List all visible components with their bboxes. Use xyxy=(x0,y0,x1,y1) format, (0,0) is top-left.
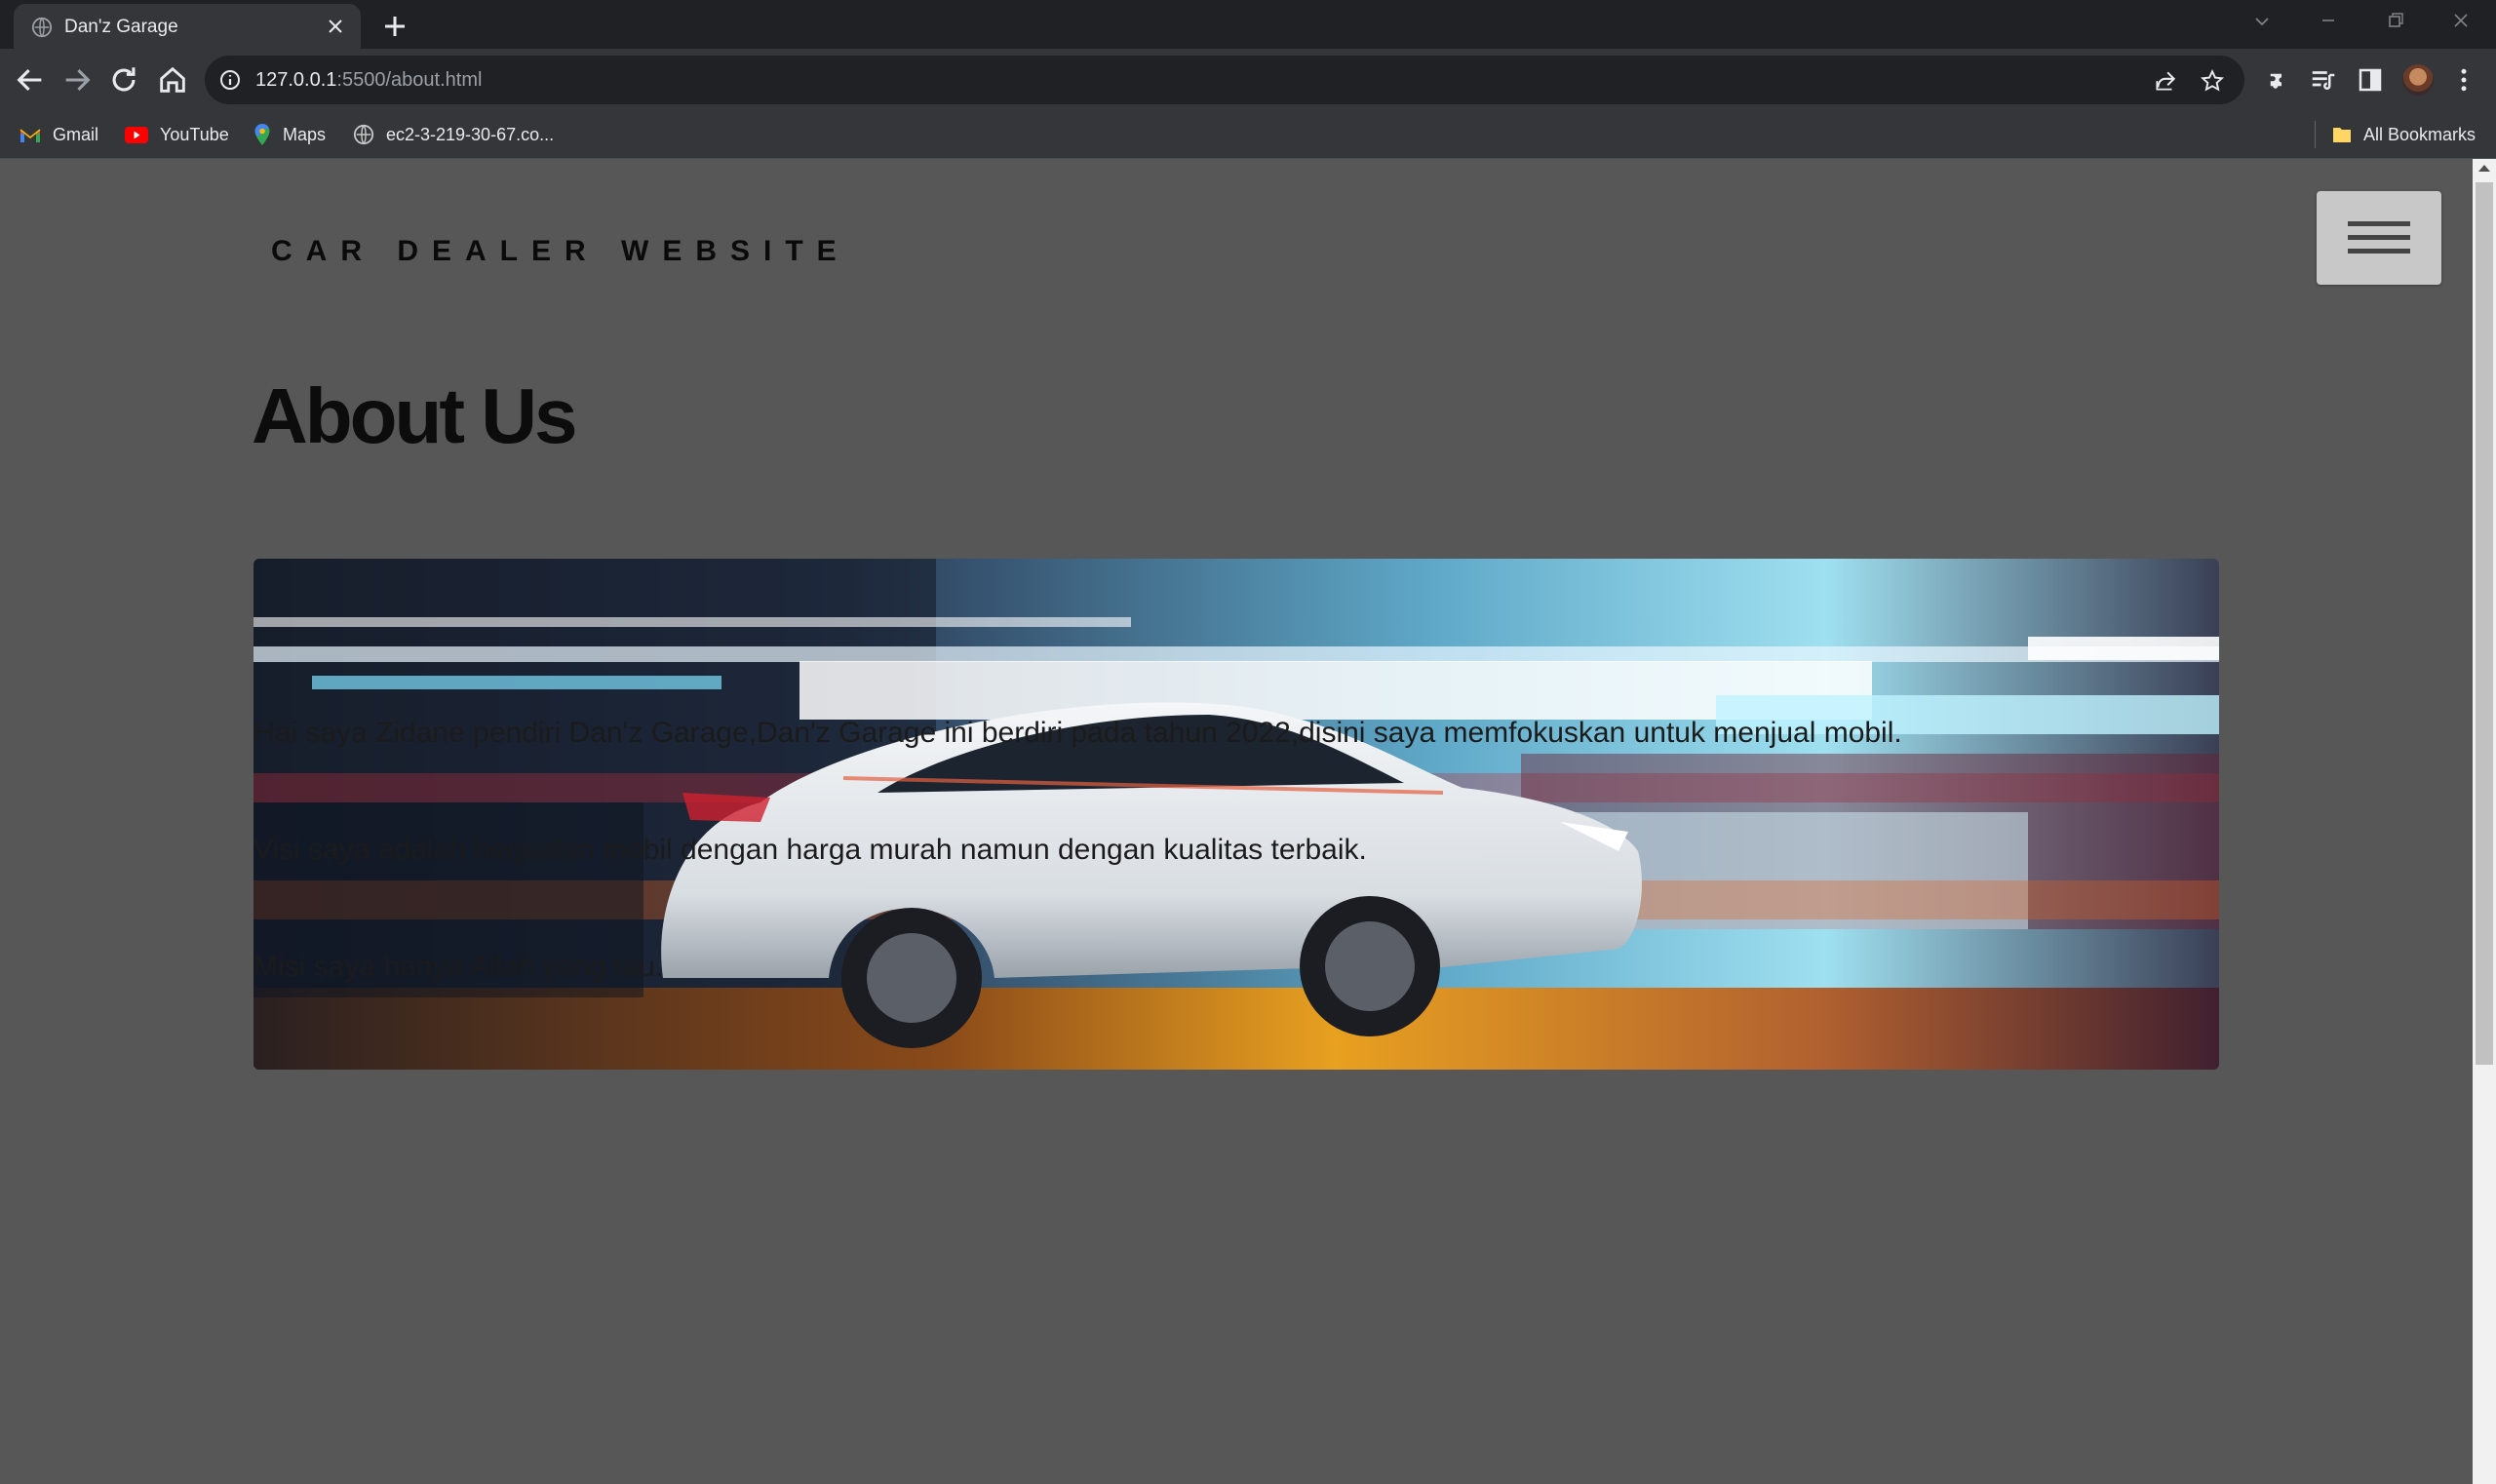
all-bookmarks-label: All Bookmarks xyxy=(2363,124,2476,144)
home-icon[interactable] xyxy=(156,63,189,97)
bookmark-youtube[interactable]: YouTube xyxy=(125,121,229,148)
bookmark-star-icon[interactable] xyxy=(2200,68,2225,94)
menu-line xyxy=(2348,249,2410,254)
extensions-icon[interactable] xyxy=(2262,65,2291,95)
menu-line xyxy=(2348,235,2410,240)
bookmark-label: Maps xyxy=(283,124,327,144)
bookmarks-divider xyxy=(2315,121,2316,148)
scrollbar-thumb[interactable] xyxy=(2476,182,2493,1065)
maps-icon xyxy=(254,124,270,145)
about-paragraph-vision: Visi saya adalah berjualan mobil dengan … xyxy=(254,834,1367,866)
bookmark-maps[interactable]: Maps xyxy=(254,121,326,148)
url-text: 127.0.0.1:5500/about.html xyxy=(255,67,482,93)
bookmark-gmail[interactable]: Gmail xyxy=(20,121,98,148)
page-content: CAR DEALER WEBSITE About Us Hai saya Zid… xyxy=(0,159,2473,1484)
all-bookmarks[interactable]: All Bookmarks xyxy=(2332,121,2476,148)
new-tab-icon[interactable] xyxy=(380,12,410,41)
browser-tab[interactable]: Dan'z Garage xyxy=(14,4,361,49)
hero-car-image xyxy=(254,559,2219,1070)
forward-icon[interactable] xyxy=(60,63,94,97)
page-scrollbar[interactable] xyxy=(2473,159,2496,1484)
close-window-icon[interactable] xyxy=(2441,8,2480,37)
url-path: :5500/about.html xyxy=(336,69,483,91)
gmail-icon xyxy=(20,128,41,142)
tab-search-icon[interactable] xyxy=(2242,8,2282,37)
site-info-icon[interactable] xyxy=(218,68,242,92)
browser-tab-strip: Dan'z Garage xyxy=(0,0,2496,49)
bookmarks-bar: Gmail YouTube Maps ec2-3-219-30-67.co...… xyxy=(0,111,2496,159)
bookmark-ec2[interactable]: ec2-3-219-30-67.co... xyxy=(353,121,554,148)
bookmark-label: ec2-3-219-30-67.co... xyxy=(386,124,555,144)
globe-icon xyxy=(353,124,374,145)
youtube-icon xyxy=(125,126,148,143)
bookmark-label: YouTube xyxy=(160,124,229,144)
restore-icon[interactable] xyxy=(2375,8,2414,37)
browser-toolbar: 127.0.0.1:5500/about.html xyxy=(0,49,2496,111)
globe-icon xyxy=(31,17,53,38)
tab-title: Dan'z Garage xyxy=(64,17,178,37)
more-menu-icon[interactable] xyxy=(2449,65,2478,95)
back-icon[interactable] xyxy=(14,63,47,97)
address-bar[interactable]: 127.0.0.1:5500/about.html xyxy=(205,56,2244,104)
side-panel-icon[interactable] xyxy=(2356,65,2385,95)
page-title: About Us xyxy=(252,372,578,459)
reload-icon[interactable] xyxy=(107,63,140,97)
minimize-icon[interactable] xyxy=(2309,8,2348,37)
site-brand[interactable]: CAR DEALER WEBSITE xyxy=(271,235,850,268)
about-paragraph-intro: Hai saya Zidane pendiri Dan'z Garage,Dan… xyxy=(254,717,1902,749)
close-tab-icon[interactable] xyxy=(324,15,347,38)
about-paragraph-mission: Misi saya hanya Allah yang tau. xyxy=(254,951,664,983)
scroll-up-icon[interactable] xyxy=(2478,165,2490,172)
profile-avatar[interactable] xyxy=(2402,64,2434,96)
share-icon[interactable] xyxy=(2153,68,2178,94)
reading-list-icon[interactable] xyxy=(2309,65,2338,95)
menu-line xyxy=(2348,221,2410,226)
hamburger-menu-button[interactable] xyxy=(2317,191,2441,285)
folder-icon xyxy=(2333,128,2351,142)
url-host: 127.0.0.1 xyxy=(255,69,337,91)
bookmark-label: Gmail xyxy=(53,124,99,144)
